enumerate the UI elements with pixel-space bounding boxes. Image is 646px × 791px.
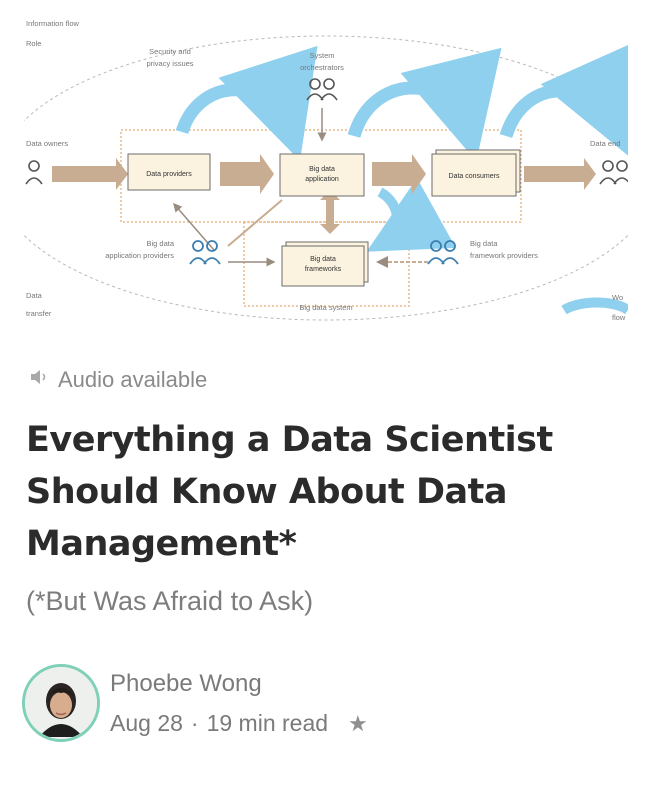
people-icon — [189, 240, 221, 265]
author-name[interactable]: Phoebe Wong — [110, 670, 262, 698]
arrow — [524, 158, 596, 190]
arrow — [320, 190, 340, 234]
diagram-label: application providers — [105, 251, 174, 260]
read-time: 19 min read — [206, 710, 329, 736]
diagram-label: transfer — [26, 309, 52, 318]
data-consumers-box: Data consumers — [431, 149, 521, 197]
svg-text:Big data: Big data — [310, 256, 336, 263]
article-subtitle: (*But Was Afraid to Ask) — [26, 586, 314, 616]
diagram-label: System — [309, 51, 334, 60]
people-icon — [427, 240, 459, 265]
svg-text:application: application — [305, 176, 339, 183]
diagram-label: Big data — [146, 239, 174, 248]
post-date: Aug 28 — [110, 710, 183, 736]
star-icon: ★ — [348, 710, 368, 736]
people-icon — [599, 160, 628, 185]
diagram-label: Wo — [612, 293, 623, 302]
speaker-icon — [28, 366, 50, 394]
diagram-label: privacy issues — [146, 59, 193, 68]
diagram-label: orchestrators — [300, 63, 344, 72]
svg-text:Big data: Big data — [309, 166, 335, 173]
diagram-label: Information flow — [26, 19, 80, 28]
frameworks-box: Big data frameworks — [281, 241, 369, 287]
diagram-label: Security and — [149, 47, 191, 56]
hero-image: Data providers Big data application Data… — [24, 14, 628, 332]
post-meta: Aug 28 · 19 min read ★ — [110, 710, 368, 737]
article-title[interactable]: Everything a Data Scientist Should Know … — [26, 414, 616, 570]
arrow — [220, 154, 274, 194]
diagram-label: Big data — [470, 239, 498, 248]
diagram-label: Data owners — [26, 139, 68, 148]
data-provider-box: Data providers — [127, 153, 211, 191]
svg-text:Data providers: Data providers — [146, 171, 192, 178]
people-icon — [306, 78, 338, 101]
diagram-label: Big data system — [299, 303, 352, 312]
author-byline: Phoebe Wong Aug 28 · 19 min read ★ — [22, 664, 622, 754]
arrow — [52, 158, 128, 190]
flow-arrow — [347, 47, 502, 162]
diagram-label: framework providers — [470, 251, 538, 260]
big-data-architecture-diagram: Data providers Big data application Data… — [24, 19, 628, 322]
meta-separator: · — [190, 710, 199, 736]
flow-arrow — [499, 41, 628, 158]
audio-available[interactable]: Audio available — [28, 366, 207, 394]
flow-arrow — [175, 45, 318, 161]
big-data-application-box: Big data application — [279, 153, 365, 197]
svg-text:frameworks: frameworks — [305, 266, 342, 273]
audio-label: Audio available — [58, 367, 208, 392]
diagram-label: flow — [612, 313, 626, 322]
diagram-label: Role — [26, 39, 41, 48]
flow-arrow — [366, 177, 456, 252]
people-icon — [25, 160, 43, 185]
arrow — [372, 154, 426, 194]
avatar[interactable] — [22, 664, 100, 742]
diagram-label: Data — [26, 291, 43, 300]
diagram-label: Data end — [590, 139, 620, 148]
svg-text:Data consumers: Data consumers — [449, 173, 500, 180]
flow-arrow — [561, 297, 628, 315]
connector — [227, 199, 283, 247]
